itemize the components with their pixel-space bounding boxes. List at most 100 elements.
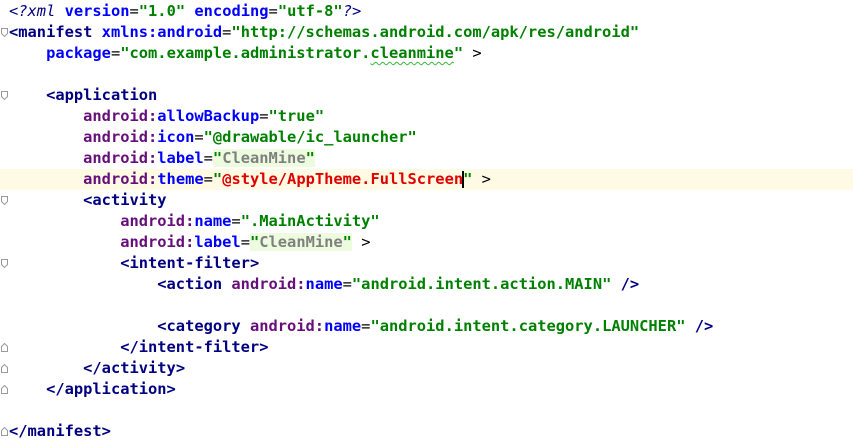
- code-line-13[interactable]: <intent-filter>: [0, 253, 853, 274]
- fold-close-icon[interactable]: [1, 385, 8, 394]
- tag-close: >: [472, 170, 491, 188]
- equals: =: [259, 107, 269, 125]
- code-line-19[interactable]: </application>: [0, 379, 853, 400]
- code-line-20[interactable]: [0, 400, 853, 421]
- code-line-3[interactable]: package="com.example.administrator.clean…: [0, 43, 853, 64]
- tag-close: >: [166, 380, 176, 398]
- attr-label: label: [194, 233, 241, 251]
- namespace-android: android:: [120, 233, 195, 251]
- namespace-android: android:: [231, 275, 306, 293]
- value-quote: ": [249, 233, 260, 251]
- value-label-resolved[interactable]: CleanMine: [222, 149, 305, 167]
- equals: =: [203, 149, 213, 167]
- value-package-quote: ": [453, 44, 464, 62]
- code-line-8[interactable]: android:label="CleanMine": [0, 148, 853, 169]
- attr-label: label: [157, 149, 204, 167]
- xml-declaration-open: <?xml: [9, 2, 65, 20]
- tag-application-close: </application: [46, 380, 167, 398]
- tag-manifest-open: <manifest: [9, 23, 102, 41]
- tag-self-close: />: [611, 275, 640, 293]
- tag-intent-filter-close: </intent-filter: [120, 338, 260, 356]
- equals: =: [129, 2, 139, 20]
- xml-declaration-close: ?>: [342, 2, 362, 20]
- code-line-5[interactable]: <application: [0, 85, 853, 106]
- code-line-21[interactable]: </manifest>: [0, 421, 853, 440]
- fold-close-icon[interactable]: [1, 427, 8, 436]
- tag-close: >: [259, 338, 269, 356]
- fold-close-icon[interactable]: [1, 364, 8, 373]
- equals: =: [110, 44, 121, 62]
- code-line-14[interactable]: <action android:name="android.intent.act…: [0, 274, 853, 295]
- attr-package: package: [46, 44, 111, 62]
- fold-open-icon[interactable]: [1, 259, 8, 268]
- code-line-17[interactable]: </intent-filter>: [0, 337, 853, 358]
- fold-open-icon[interactable]: [1, 28, 8, 37]
- code-line-7[interactable]: android:icon="@drawable/ic_launcher": [0, 127, 853, 148]
- equals: =: [268, 2, 278, 20]
- tag-action-open: <action: [157, 275, 232, 293]
- code-line-18[interactable]: </activity>: [0, 358, 853, 379]
- attr-name: name: [305, 275, 343, 293]
- tag-close: >: [351, 233, 371, 251]
- namespace-android: android:: [249, 317, 325, 335]
- code-line-15[interactable]: [0, 295, 853, 316]
- namespace-android: android:: [83, 128, 158, 146]
- attr-xmlns-android: xmlns:android: [101, 23, 223, 41]
- value-activity-name: ".MainActivity": [240, 212, 380, 230]
- value-label-resolved[interactable]: CleanMine: [259, 233, 342, 251]
- code-line-11[interactable]: android:name=".MainActivity": [0, 211, 853, 232]
- value-category-name: "android.intent.category.LAUNCHER": [370, 317, 686, 335]
- equals: =: [194, 128, 204, 146]
- namespace-android: android:: [83, 149, 158, 167]
- tag-intent-filter-open: <intent-filter: [120, 254, 250, 272]
- fold-open-icon[interactable]: [1, 196, 8, 205]
- value-quote: ": [342, 233, 352, 251]
- value-theme-unresolved[interactable]: @style/AppTheme.FullScreen: [222, 170, 463, 188]
- code-editor[interactable]: <?xml version="1.0" encoding="utf-8"?> <…: [0, 0, 853, 440]
- code-line-12[interactable]: android:label="CleanMine" >: [0, 232, 853, 253]
- value-action-name: "android.intent.action.MAIN": [351, 275, 612, 293]
- attr-version: version: [64, 2, 130, 20]
- attr-theme: theme: [157, 170, 204, 188]
- equals: =: [231, 212, 241, 230]
- value-package-typo: cleanmine: [370, 44, 454, 62]
- tag-close: >: [101, 422, 111, 440]
- code-line-16[interactable]: <category android:name="android.intent.c…: [0, 316, 853, 337]
- tag-close: >: [463, 44, 482, 62]
- value-version: "1.0": [138, 2, 186, 20]
- attr-icon: icon: [157, 128, 195, 146]
- code-line-4[interactable]: [0, 64, 853, 85]
- value-icon: "@drawable/ic_launcher": [203, 128, 417, 146]
- value-xmlns: "http://schemas.android.com/apk/res/andr…: [231, 23, 640, 41]
- attr-name: name: [194, 212, 232, 230]
- code-line-6[interactable]: android:allowBackup="true": [0, 106, 853, 127]
- value-quote: ": [212, 170, 223, 188]
- fold-close-icon[interactable]: [1, 343, 8, 352]
- attr-encoding: encoding: [194, 2, 269, 20]
- attr-allowBackup: allowBackup: [157, 107, 260, 125]
- code-line-2[interactable]: <manifest xmlns:android="http://schemas.…: [0, 22, 853, 43]
- tag-category-open: <category: [157, 317, 250, 335]
- namespace-android: android:: [120, 212, 195, 230]
- code-line-9-current[interactable]: android:theme="@style/AppTheme.FullScree…: [0, 169, 853, 190]
- fold-open-icon[interactable]: [1, 91, 8, 100]
- code-line-1[interactable]: <?xml version="1.0" encoding="utf-8"?>: [0, 1, 853, 22]
- equals: =: [342, 275, 352, 293]
- code-line-10[interactable]: <activity: [0, 190, 853, 211]
- tag-close: >: [249, 254, 260, 272]
